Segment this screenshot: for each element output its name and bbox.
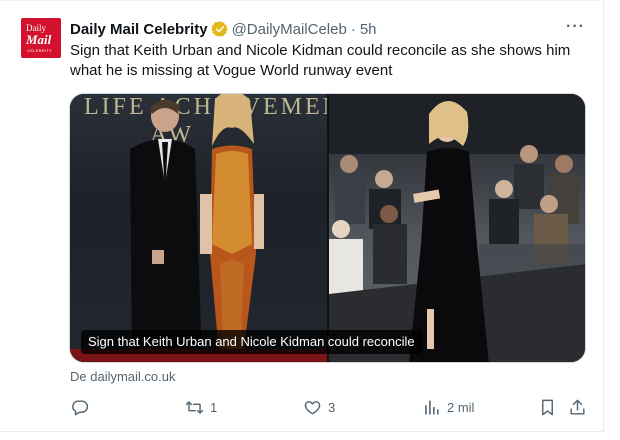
- like-button[interactable]: 3: [303, 395, 335, 419]
- reply-button[interactable]: [70, 395, 95, 419]
- tweet-text: Sign that Keith Urban and Nicole Kidman …: [70, 42, 571, 79]
- bookmark-button[interactable]: [538, 395, 563, 419]
- verified-badge-icon: [210, 21, 228, 37]
- timestamp[interactable]: 5h: [360, 21, 377, 38]
- retweet-button[interactable]: 1: [185, 395, 217, 419]
- bookmark-icon: [542, 399, 553, 415]
- avatar-text-line2: Mail: [26, 32, 52, 47]
- tweet-card[interactable]: Daily Mail CELEBRITY Daily Mail Celebrit…: [0, 0, 604, 432]
- media-caption: Sign that Keith Urban and Nicole Kidman …: [81, 330, 422, 354]
- link-source[interactable]: De dailymail.co.uk: [70, 369, 176, 384]
- share-icon: [570, 399, 585, 415]
- photo-runway[interactable]: [329, 94, 585, 362]
- heart-icon: [304, 400, 321, 415]
- action-bar: 1 3 2 mil: [70, 395, 590, 419]
- reply-icon: [72, 399, 89, 415]
- media-card[interactable]: LIFE ACHIEVEMEN AW AN: [69, 93, 586, 363]
- tweet-header: Daily Mail Celebrity @DailyMailCeleb · 5…: [70, 19, 377, 39]
- share-button[interactable]: [568, 395, 593, 419]
- photo-red-carpet[interactable]: LIFE ACHIEVEMEN AW AN: [70, 94, 327, 362]
- views-count: 2 mil: [447, 399, 475, 415]
- retweet-icon: [185, 400, 204, 414]
- views-button[interactable]: 2 mil: [422, 395, 474, 419]
- handle[interactable]: @DailyMailCeleb: [232, 21, 347, 38]
- avatar[interactable]: Daily Mail CELEBRITY: [21, 18, 61, 58]
- divider: [0, 0, 604, 1]
- red-carpet-illustration: [70, 94, 327, 362]
- display-name[interactable]: Daily Mail Celebrity: [70, 21, 208, 38]
- separator-dot: ·: [350, 20, 356, 38]
- retweet-count: 1: [210, 399, 218, 415]
- more-options-icon[interactable]: ···: [566, 18, 585, 36]
- like-count: 3: [328, 399, 336, 415]
- avatar-text-line3: CELEBRITY: [27, 48, 52, 53]
- runway-illustration: [329, 94, 585, 362]
- analytics-icon: [425, 399, 439, 415]
